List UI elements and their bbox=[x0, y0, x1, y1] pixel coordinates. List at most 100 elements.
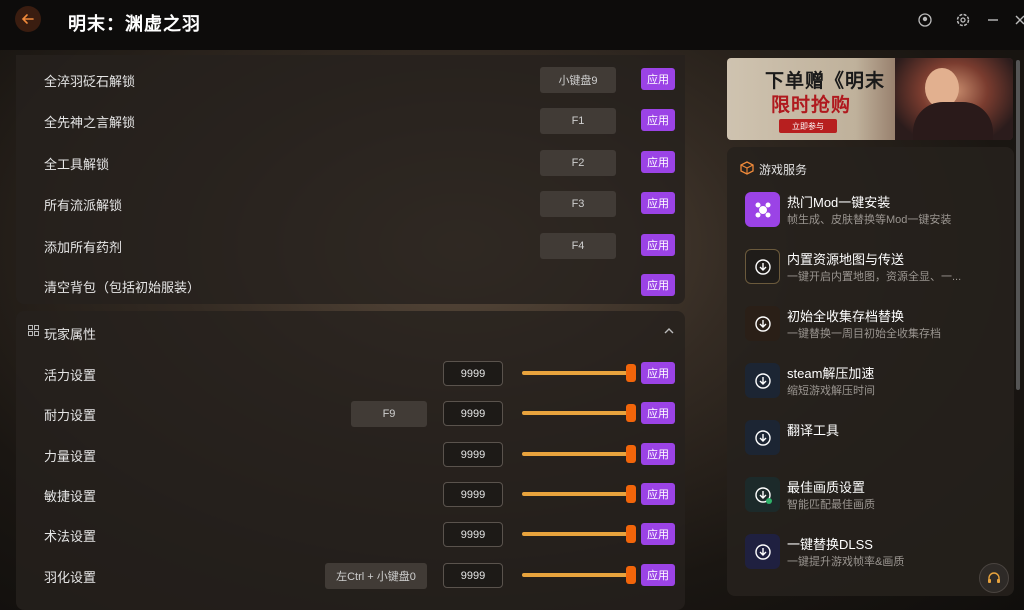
apply-button[interactable]: 应用 bbox=[641, 274, 675, 296]
app-title: 明末：渊虚之羽 bbox=[68, 14, 201, 34]
section-header[interactable]: 玩家属性 bbox=[16, 321, 685, 343]
apply-button[interactable]: 应用 bbox=[641, 68, 675, 90]
unlock-label: 全工具解锁 bbox=[44, 157, 110, 172]
close-icon[interactable] bbox=[1012, 12, 1024, 28]
attribute-label: 活力设置 bbox=[44, 368, 97, 383]
apply-button[interactable]: 应用 bbox=[641, 151, 675, 173]
unlock-label: 添加所有药剂 bbox=[44, 240, 123, 255]
value-input[interactable]: 9999 bbox=[443, 482, 503, 507]
arrow-left-icon bbox=[21, 14, 34, 24]
value-slider[interactable] bbox=[522, 485, 636, 503]
value-slider[interactable] bbox=[522, 525, 636, 543]
service-item[interactable]: 一键替换DLSS 一键提升游戏帧率&画质 bbox=[745, 534, 1005, 584]
slider-handle[interactable] bbox=[626, 364, 636, 382]
service-title: steam解压加速 bbox=[787, 366, 875, 381]
support-button[interactable] bbox=[979, 563, 1009, 593]
unlock-card: 全淬羽砭石解锁 小键盘9 应用 全先神之言解锁 F1 应用 全工具解锁 F2 应… bbox=[16, 55, 685, 304]
hotkey-box[interactable]: 左Ctrl + 小键盘0 bbox=[325, 563, 427, 589]
service-desc: 智能匹配最佳画质 bbox=[787, 499, 875, 511]
value-slider[interactable] bbox=[522, 445, 636, 463]
value-slider[interactable] bbox=[522, 566, 636, 584]
apply-button[interactable]: 应用 bbox=[641, 443, 675, 465]
attribute-row: 活力设置 9999 应用 bbox=[16, 359, 685, 389]
service-desc: 一键开启内置地图，资源全显、一... bbox=[787, 271, 962, 283]
service-item[interactable]: steam解压加速 缩短游戏解压时间 bbox=[745, 363, 1005, 413]
attribute-row: 羽化设置 左Ctrl + 小键盘0 9999 应用 bbox=[16, 561, 685, 591]
service-title: 一键替换DLSS bbox=[787, 537, 873, 552]
service-item[interactable]: 初始全收集存档替换 一键替换一周目初始全收集存档 bbox=[745, 306, 1005, 356]
service-item[interactable]: 最佳画质设置 智能匹配最佳画质 bbox=[745, 477, 1005, 527]
download-icon bbox=[745, 420, 780, 455]
user-icon[interactable] bbox=[917, 12, 933, 28]
service-item[interactable]: 内置资源地图与传送 一键开启内置地图，资源全显、一... bbox=[745, 249, 1005, 299]
slider-handle[interactable] bbox=[626, 566, 636, 584]
headset-icon bbox=[988, 572, 1000, 583]
value-input[interactable]: 9999 bbox=[443, 522, 503, 547]
service-title: 初始全收集存档替换 bbox=[787, 309, 905, 324]
attribute-label: 敏捷设置 bbox=[44, 489, 97, 504]
hotkey-box[interactable]: F2 bbox=[540, 150, 616, 176]
unlock-label: 清空背包（包括初始服装） bbox=[44, 280, 201, 295]
value-input[interactable]: 9999 bbox=[443, 401, 503, 426]
service-title: 翻译工具 bbox=[787, 423, 840, 438]
title-bar: 明末：渊虚之羽 bbox=[0, 0, 1024, 50]
settings-icon[interactable] bbox=[955, 12, 971, 28]
apply-button[interactable]: 应用 bbox=[641, 192, 675, 214]
minimize-icon[interactable] bbox=[985, 12, 1001, 28]
back-button[interactable] bbox=[15, 6, 41, 32]
attribute-label: 力量设置 bbox=[44, 449, 97, 464]
apply-button[interactable]: 应用 bbox=[641, 483, 675, 505]
banner-title: 下单赠《明末 bbox=[765, 70, 886, 92]
section-title: 玩家属性 bbox=[44, 327, 97, 342]
download-icon bbox=[745, 249, 780, 284]
value-slider[interactable] bbox=[522, 404, 636, 422]
value-input[interactable]: 9999 bbox=[443, 361, 503, 386]
value-input[interactable]: 9999 bbox=[443, 442, 503, 467]
attribute-label: 羽化设置 bbox=[44, 570, 97, 585]
banner-subtitle: 限时抢购 bbox=[771, 94, 852, 116]
unlock-row: 全先神之言解锁 F1 应用 bbox=[16, 106, 685, 136]
hotkey-box[interactable]: 小键盘9 bbox=[540, 67, 616, 93]
slider-handle[interactable] bbox=[626, 525, 636, 543]
apply-button[interactable]: 应用 bbox=[641, 523, 675, 545]
apply-button[interactable]: 应用 bbox=[641, 109, 675, 131]
apply-button[interactable]: 应用 bbox=[641, 362, 675, 384]
hotkey-box[interactable]: F9 bbox=[351, 401, 427, 427]
download-icon bbox=[745, 363, 780, 398]
game-services-panel: 游戏服务 热门Mod一键安装 帧生成、皮肤替换等Mod一键安装 内置资源地图与传… bbox=[727, 147, 1014, 596]
unlock-label: 全先神之言解锁 bbox=[44, 115, 136, 130]
promo-banner[interactable]: 下单赠《明末 限时抢购 立即参与 bbox=[727, 58, 1013, 140]
service-desc: 一键提升游戏帧率&画质 bbox=[787, 556, 905, 568]
slider-handle[interactable] bbox=[626, 445, 636, 463]
slider-handle[interactable] bbox=[626, 485, 636, 503]
slider-handle[interactable] bbox=[626, 404, 636, 422]
service-item[interactable]: 翻译工具 bbox=[745, 420, 1005, 470]
box-icon bbox=[740, 161, 754, 175]
unlock-label: 全淬羽砭石解锁 bbox=[44, 74, 136, 89]
service-title: 最佳画质设置 bbox=[787, 480, 866, 495]
player-attributes-card: 玩家属性 活力设置 9999 应用 耐力设置 F9 9999 应用 力量设置 9… bbox=[16, 311, 685, 610]
banner-character-art bbox=[895, 58, 1013, 140]
service-title: 内置资源地图与传送 bbox=[787, 252, 905, 267]
download-icon bbox=[745, 306, 780, 341]
service-item[interactable]: 热门Mod一键安装 帧生成、皮肤替换等Mod一键安装 bbox=[745, 192, 1005, 242]
attribute-row: 耐力设置 F9 9999 应用 bbox=[16, 399, 685, 429]
attribute-label: 耐力设置 bbox=[44, 408, 97, 423]
apply-button[interactable]: 应用 bbox=[641, 402, 675, 424]
hotkey-box[interactable]: F1 bbox=[540, 108, 616, 134]
hotkey-box[interactable]: F3 bbox=[540, 191, 616, 217]
apply-button[interactable]: 应用 bbox=[641, 234, 675, 256]
unlock-row: 全工具解锁 F2 应用 bbox=[16, 148, 685, 178]
unlock-row: 清空背包（包括初始服装） 应用 bbox=[16, 271, 685, 301]
apply-button[interactable]: 应用 bbox=[641, 564, 675, 586]
unlock-row: 添加所有药剂 F4 应用 bbox=[16, 231, 685, 261]
hotkey-box[interactable]: F4 bbox=[540, 233, 616, 259]
value-slider[interactable] bbox=[522, 364, 636, 382]
unlock-label: 所有流派解锁 bbox=[44, 198, 123, 213]
download-icon bbox=[745, 534, 780, 569]
banner-cta[interactable]: 立即参与 bbox=[779, 119, 837, 133]
service-desc: 一键替换一周目初始全收集存档 bbox=[787, 328, 941, 340]
scrollbar[interactable] bbox=[1016, 60, 1020, 390]
value-input[interactable]: 9999 bbox=[443, 563, 503, 588]
chevron-up-icon[interactable] bbox=[663, 325, 675, 337]
